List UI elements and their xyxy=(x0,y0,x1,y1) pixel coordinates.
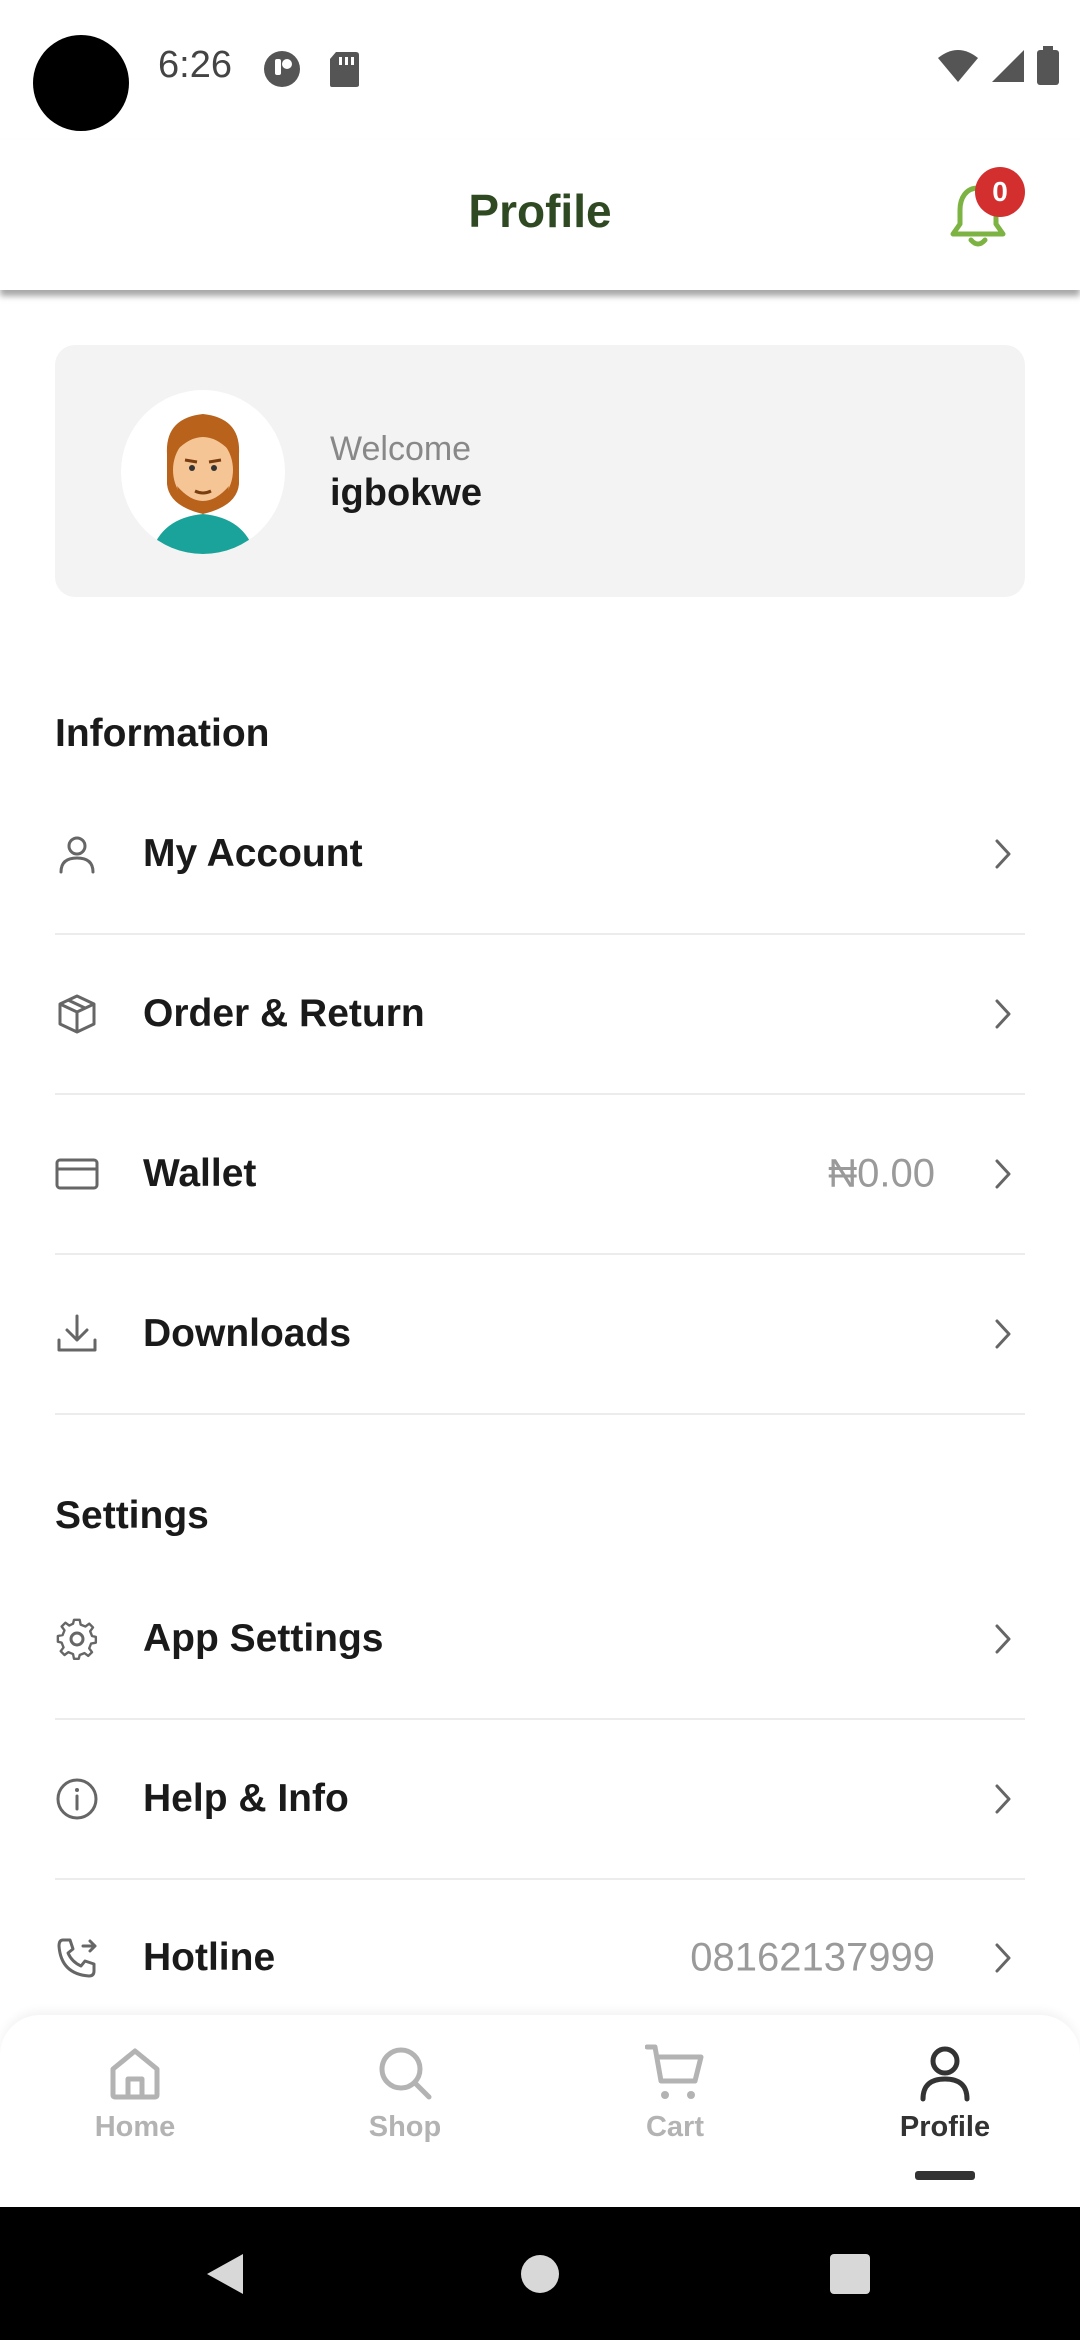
chevron-right-icon xyxy=(995,1943,1011,1973)
hotline-number[interactable]: 08162137999 xyxy=(690,1936,935,1981)
app-notification-icon xyxy=(264,51,300,87)
user-name: igbokwe xyxy=(330,472,483,514)
menu-item-wallet[interactable]: Wallet ₦0.00 xyxy=(55,1095,1025,1255)
menu-item-label: App Settings xyxy=(143,1617,384,1660)
avatar[interactable] xyxy=(121,390,285,554)
back-icon[interactable] xyxy=(203,2250,247,2298)
nav-item-shop[interactable]: Shop xyxy=(305,2043,505,2144)
signal-icon xyxy=(992,50,1024,82)
welcome-card: Welcome igbokwe xyxy=(55,345,1025,597)
menu-item-label: Hotline xyxy=(143,1936,276,1979)
nav-label: Shop xyxy=(368,2111,442,2143)
home-icon xyxy=(110,2048,160,2100)
menu-item-label: Order & Return xyxy=(143,992,425,1035)
menu-item-label: My Account xyxy=(143,832,363,875)
section-title-information: Information xyxy=(55,712,270,755)
welcome-label: Welcome xyxy=(330,430,472,468)
status-time: 6:26 xyxy=(158,44,232,86)
avatar-illustration xyxy=(121,390,285,554)
card-icon xyxy=(55,1158,99,1190)
section-title-settings: Settings xyxy=(55,1494,209,1537)
download-icon xyxy=(57,1314,97,1352)
sd-card-icon xyxy=(330,52,359,87)
wifi-icon xyxy=(938,50,978,82)
page-title: Profile xyxy=(468,185,612,237)
user-icon xyxy=(59,836,95,874)
app-bar: Profile xyxy=(0,140,1080,290)
notification-badge: 0 xyxy=(975,167,1025,217)
menu-item-order-return[interactable]: Order & Return xyxy=(55,935,1025,1095)
home-circle-icon[interactable] xyxy=(520,2254,560,2294)
menu-item-my-account[interactable]: My Account xyxy=(55,775,1025,935)
wallet-balance: ₦0.00 xyxy=(828,1151,935,1196)
chevron-right-icon xyxy=(995,839,1011,869)
nav-item-profile[interactable]: Profile xyxy=(845,2043,1045,2144)
menu-item-label: Help & Info xyxy=(143,1777,349,1820)
camera-cutout xyxy=(33,35,129,131)
menu-item-downloads[interactable]: Downloads xyxy=(55,1255,1025,1415)
chevron-right-icon xyxy=(995,999,1011,1029)
nav-label: Profile xyxy=(899,2111,991,2143)
chevron-right-icon xyxy=(995,1624,1011,1654)
phone-forward-icon xyxy=(57,1938,97,1978)
menu-item-label: Downloads xyxy=(143,1312,352,1355)
chevron-right-icon xyxy=(995,1319,1011,1349)
cart-icon xyxy=(645,2044,704,2099)
status-bar: 6:26 xyxy=(0,0,1080,140)
chevron-right-icon xyxy=(995,1159,1011,1189)
nav-item-cart[interactable]: Cart xyxy=(575,2043,775,2144)
menu-item-help-info[interactable]: Help & Info xyxy=(55,1720,1025,1880)
search-icon xyxy=(379,2047,432,2100)
gear-icon xyxy=(56,1618,98,1660)
battery-icon xyxy=(1037,46,1059,85)
menu-item-app-settings[interactable]: App Settings xyxy=(55,1560,1025,1720)
system-nav-bar xyxy=(0,2207,1080,2340)
chevron-right-icon xyxy=(995,1784,1011,1814)
recents-icon[interactable] xyxy=(829,2253,871,2295)
nav-item-home[interactable]: Home xyxy=(35,2043,235,2144)
nav-label: Home xyxy=(94,2111,176,2143)
menu-item-hotline[interactable]: Hotline 08162137999 xyxy=(55,1878,1025,2038)
nav-label: Cart xyxy=(645,2111,704,2143)
box-icon xyxy=(58,994,96,1034)
menu-item-label: Wallet xyxy=(143,1152,257,1195)
user-icon xyxy=(920,2046,970,2102)
info-icon xyxy=(56,1778,98,1820)
active-tab-indicator xyxy=(915,2171,975,2180)
